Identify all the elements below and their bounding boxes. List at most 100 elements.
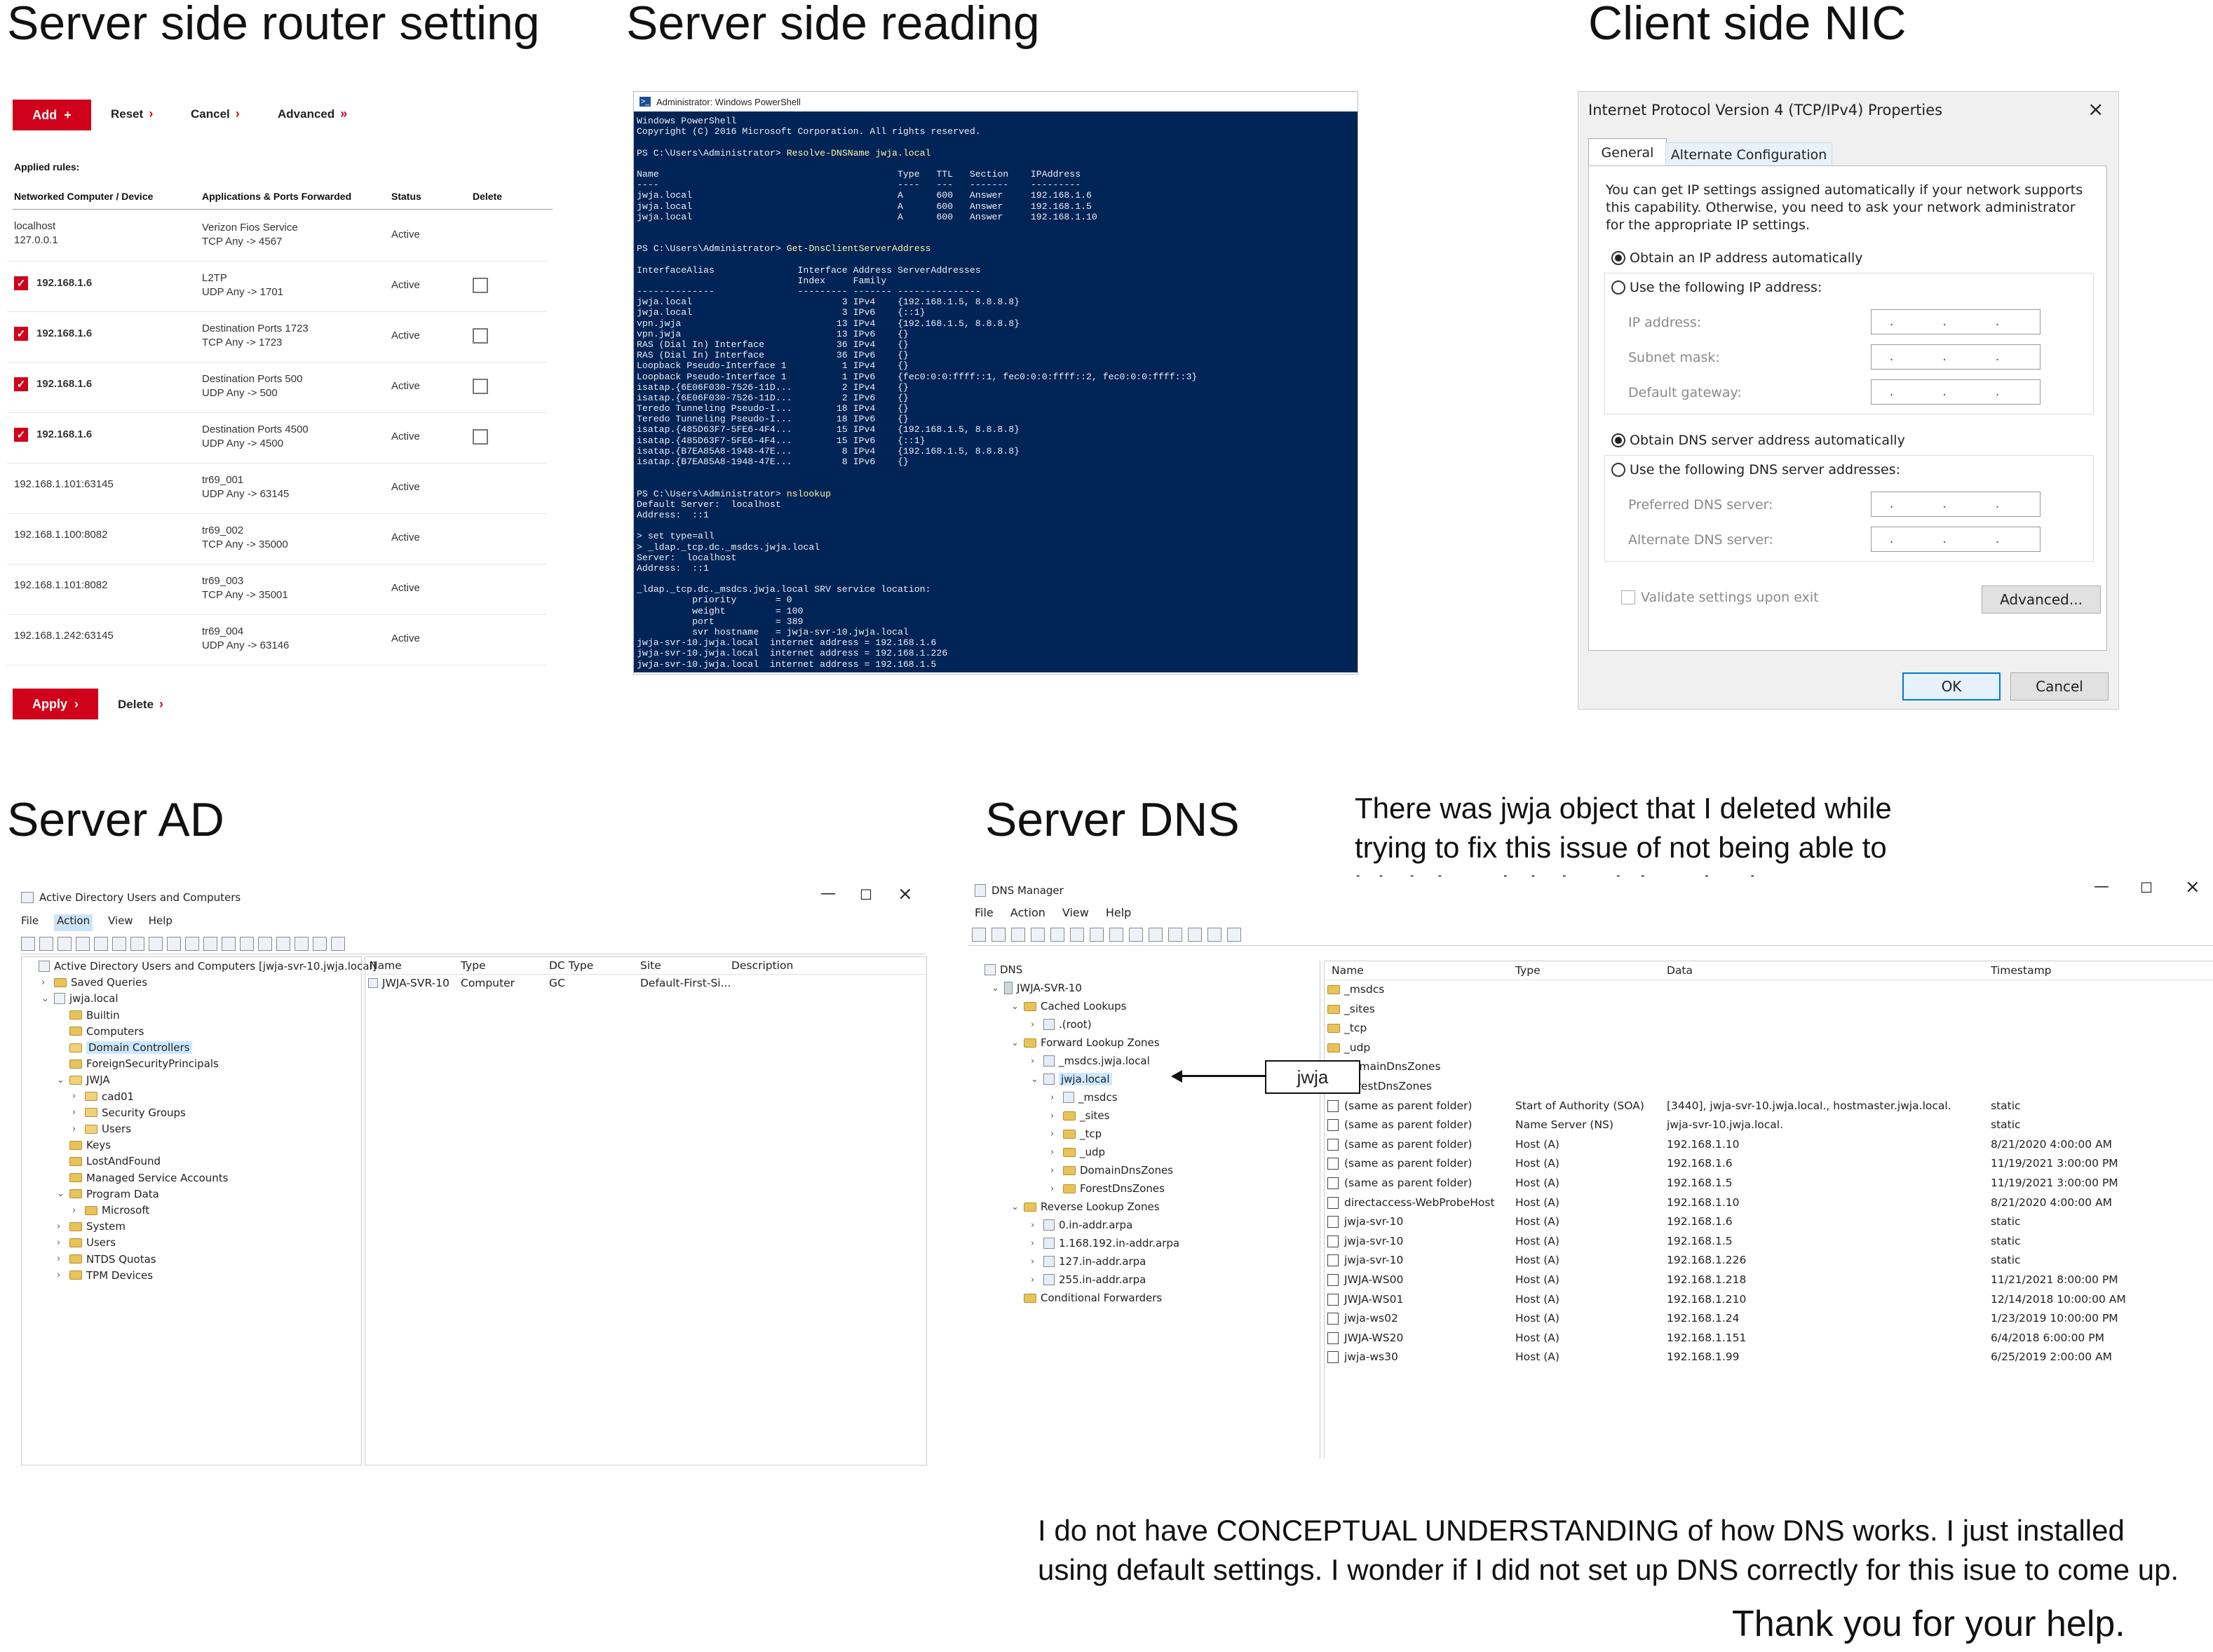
advanced-link[interactable]: Advanced » xyxy=(278,107,347,121)
properties-icon[interactable] xyxy=(1109,928,1123,942)
forward-icon[interactable] xyxy=(39,937,53,951)
minimize-icon[interactable]: — xyxy=(820,885,836,902)
column-header[interactable]: Name xyxy=(370,959,402,972)
tree-item[interactable]: ⌄ JWJA-SVR-10 xyxy=(992,982,1082,994)
expander-icon[interactable]: ⌄ xyxy=(41,994,50,1004)
close-icon[interactable]: × xyxy=(898,883,913,905)
powershell-console[interactable]: Windows PowerShell Copyright (C) 2016 Mic… xyxy=(634,111,1358,672)
cancel-link[interactable]: Cancel › xyxy=(191,107,240,121)
tree-item[interactable]: ⌄ Cached Lookups xyxy=(1011,1000,1126,1013)
up-icon[interactable] xyxy=(57,937,72,951)
expander-icon[interactable]: ⌄ xyxy=(1011,1001,1020,1012)
cut-icon[interactable] xyxy=(1050,928,1064,942)
validate-checkbox[interactable]: Validate settings upon exit xyxy=(1621,590,1819,605)
expander-icon[interactable]: › xyxy=(1050,1147,1059,1158)
table-row[interactable]: jwja-svr-10 Host (A) 192.168.1.5 static xyxy=(1325,1233,2213,1251)
filter-icon[interactable] xyxy=(240,937,254,951)
column-header[interactable]: Type xyxy=(1515,964,1541,977)
column-header[interactable]: DC Type xyxy=(549,959,593,972)
tree-item[interactable]: LostAndFound xyxy=(57,1155,161,1167)
tree-item[interactable]: ⌄ jwja.local xyxy=(1031,1073,1112,1085)
group-icon[interactable] xyxy=(295,937,309,951)
table-row[interactable]: (same as parent folder) Host (A) 192.168.1… xyxy=(1325,1136,2213,1154)
expander-icon[interactable]: ⌄ xyxy=(57,1075,65,1085)
view-icon[interactable] xyxy=(222,937,236,951)
tree-item[interactable]: ForeignSecurityPrincipals xyxy=(57,1057,219,1070)
tree-item[interactable]: ⌄ JWJA xyxy=(57,1074,110,1086)
menu-view[interactable]: View xyxy=(108,914,133,931)
column-header[interactable]: Timestamp xyxy=(1991,964,2052,977)
table-row[interactable]: (same as parent folder) Host (A) 192.168.1… xyxy=(1325,1174,2213,1193)
delete-checkbox[interactable] xyxy=(473,429,488,445)
add-button[interactable]: Add + xyxy=(13,100,91,130)
show-tree-icon[interactable] xyxy=(1031,928,1045,942)
expander-icon[interactable]: › xyxy=(57,1238,65,1248)
tab-general[interactable]: General xyxy=(1588,138,1667,167)
expander-icon[interactable]: ⌄ xyxy=(57,1189,65,1199)
menu-help[interactable]: Help xyxy=(1106,906,1131,919)
expander-icon[interactable]: › xyxy=(72,1124,81,1135)
table-row[interactable]: jwja-ws30 Host (A) 192.168.1.99 6/25/2019 2… xyxy=(1325,1348,2213,1367)
obtain-ip-radio[interactable]: Obtain an IP address automatically xyxy=(1611,250,1863,266)
tree-item[interactable]: Computers xyxy=(57,1025,144,1038)
help-icon[interactable] xyxy=(1168,928,1182,942)
maximize-icon[interactable]: ☐ xyxy=(860,886,872,903)
table-row[interactable]: directaccess-WebProbeHost Host (A) 192.168… xyxy=(1325,1194,2213,1212)
tree-item[interactable]: › DomainDnsZones xyxy=(1050,1164,1173,1177)
menu-action[interactable]: Action xyxy=(54,914,93,931)
export-icon[interactable] xyxy=(1149,928,1163,942)
table-row[interactable]: JWJA-WS20 Host (A) 192.168.1.151 6/4/2018 6… xyxy=(1325,1329,2213,1348)
cancel-button[interactable]: Cancel xyxy=(2010,672,2109,700)
table-row[interactable]: jwja-svr-10 Host (A) 192.168.1.226 static xyxy=(1325,1252,2213,1270)
table-row[interactable]: (same as parent folder) Start of Authorit… xyxy=(1325,1097,2213,1116)
tree-item[interactable]: › 1.168.192.in-addr.arpa xyxy=(1031,1237,1179,1250)
delete-checkbox[interactable] xyxy=(473,379,488,394)
column-header[interactable]: Description xyxy=(731,959,793,972)
row-checkbox[interactable]: ✓ xyxy=(14,276,28,290)
tree-item[interactable]: › Microsoft xyxy=(72,1204,149,1217)
computer-icon[interactable] xyxy=(331,937,345,951)
expander-icon[interactable]: › xyxy=(1031,1238,1039,1249)
table-row[interactable]: _tcp xyxy=(1325,1020,2213,1038)
back-icon[interactable] xyxy=(21,937,35,951)
export-icon[interactable] xyxy=(185,937,199,951)
back-icon[interactable] xyxy=(972,928,986,942)
table-row[interactable]: DomainDnsZones xyxy=(1325,1058,2213,1076)
expander-icon[interactable]: › xyxy=(72,1091,81,1102)
obtain-dns-radio[interactable]: Obtain DNS server address automatically xyxy=(1611,433,1905,448)
row-checkbox[interactable]: ✓ xyxy=(14,327,28,341)
expander-icon[interactable]: › xyxy=(41,977,50,988)
expander-icon[interactable]: › xyxy=(1050,1129,1059,1139)
table-row[interactable]: (same as parent folder) Name Server (NS) j… xyxy=(1325,1116,2213,1135)
menu-file[interactable]: File xyxy=(21,914,39,931)
menu-help[interactable]: Help xyxy=(149,914,172,931)
refresh-icon[interactable] xyxy=(1129,928,1143,942)
tree-item[interactable]: › System xyxy=(57,1220,126,1233)
tree-item[interactable]: ⌄ Reverse Lookup Zones xyxy=(1011,1200,1160,1213)
apply-button[interactable]: Apply › xyxy=(13,689,98,719)
expander-icon[interactable]: › xyxy=(1031,1020,1039,1030)
tree-item[interactable]: › ForestDnsZones xyxy=(1050,1182,1165,1195)
tree-item[interactable]: Keys xyxy=(57,1139,111,1151)
row-checkbox[interactable]: ✓ xyxy=(14,377,28,391)
table-row[interactable]: jwja-svr-10 Host (A) 192.168.1.6 static xyxy=(1325,1213,2213,1231)
close-icon[interactable]: × xyxy=(2087,97,2104,121)
row-checkbox[interactable]: ✓ xyxy=(14,428,28,442)
ok-button[interactable]: OK xyxy=(1902,672,2001,700)
tree-item[interactable]: › cad01 xyxy=(72,1090,134,1103)
tree-item[interactable]: › _sites xyxy=(1050,1109,1109,1122)
expander-icon[interactable]: › xyxy=(72,1205,81,1216)
expander-icon[interactable]: › xyxy=(1050,1184,1059,1194)
tree-item[interactable]: ⌄ jwja.local xyxy=(41,992,119,1005)
tree-item[interactable]: › 127.in-addr.arpa xyxy=(1031,1255,1146,1268)
copy-icon[interactable] xyxy=(112,937,126,951)
tree-item[interactable]: › NTDS Quotas xyxy=(57,1253,156,1266)
tree-item[interactable]: ⌄ Forward Lookup Zones xyxy=(1011,1036,1160,1049)
tree-item[interactable]: Domain Controllers xyxy=(57,1041,192,1054)
default-gateway-field[interactable]: . . . xyxy=(1871,379,2041,405)
expander-icon[interactable]: ⌄ xyxy=(1011,1202,1020,1212)
properties-icon[interactable] xyxy=(149,937,163,951)
use-dns-radio[interactable]: Use the following DNS server addresses: xyxy=(1611,462,1900,478)
tree-item[interactable]: › TPM Devices xyxy=(57,1269,153,1282)
delete-checkbox[interactable] xyxy=(473,328,488,344)
